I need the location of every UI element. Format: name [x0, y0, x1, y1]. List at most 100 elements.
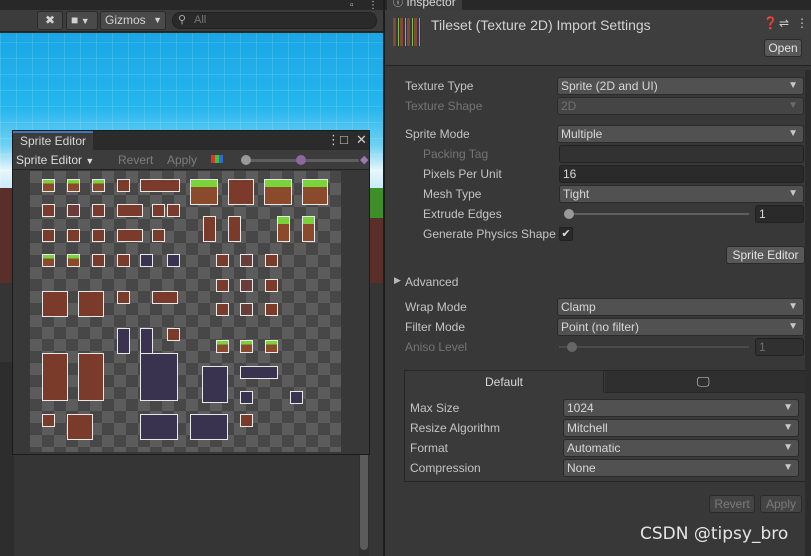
sprite-slice[interactable] — [202, 366, 228, 403]
sprite-slice[interactable] — [117, 291, 130, 304]
open-button[interactable]: Open — [764, 39, 802, 57]
more-options-icon[interactable]: ⋮ — [327, 133, 340, 147]
apply-button[interactable]: Apply — [167, 151, 197, 169]
sprite-slice[interactable] — [67, 254, 80, 267]
sprite-slice[interactable] — [302, 179, 328, 205]
sprite-slice[interactable] — [216, 340, 229, 353]
sprite-slice[interactable] — [228, 216, 241, 242]
apply-button[interactable]: Apply — [760, 495, 802, 513]
sprite-slice[interactable] — [240, 366, 278, 379]
sprite-slice[interactable] — [152, 229, 165, 242]
help-icon[interactable]: ❓ — [763, 16, 778, 30]
mesh-type-dropdown[interactable]: Tight ▼ — [559, 185, 804, 203]
sprite-slice[interactable] — [42, 204, 55, 217]
scene-search-input[interactable]: ⚲ All — [172, 12, 377, 29]
sprite-slice[interactable] — [92, 254, 105, 267]
filter-mode-dropdown[interactable]: Point (no filter) ▼ — [557, 318, 804, 336]
sprite-slice[interactable] — [240, 340, 253, 353]
tab-default-platform[interactable]: Default — [405, 371, 604, 393]
sprite-slice[interactable] — [190, 414, 228, 440]
sprite-slice[interactable] — [67, 414, 93, 440]
sprite-slice[interactable] — [228, 179, 254, 205]
sprite-slice[interactable] — [216, 303, 229, 316]
sprite-editor-canvas[interactable] — [30, 171, 341, 452]
sprite-slice[interactable] — [190, 179, 218, 205]
sprite-slice[interactable] — [240, 254, 253, 267]
sprite-slice[interactable] — [277, 216, 290, 242]
camera-dropdown[interactable]: ■ ▼ — [66, 11, 98, 30]
max-size-dropdown[interactable]: 1024 ▼ — [563, 399, 799, 417]
revert-button[interactable]: Revert — [709, 495, 755, 513]
sprite-slice[interactable] — [140, 328, 153, 354]
sprite-slice[interactable] — [67, 179, 80, 192]
sprite-slice[interactable] — [78, 291, 104, 317]
tools-icon[interactable]: ✖ — [37, 11, 63, 30]
zoom-slider-track[interactable] — [243, 159, 299, 162]
revert-button[interactable]: Revert — [118, 151, 153, 169]
close-icon[interactable]: ✕ — [356, 133, 367, 147]
sprite-slice[interactable] — [140, 179, 180, 192]
sprite-slice[interactable] — [240, 391, 253, 404]
sprite-slice[interactable] — [167, 254, 180, 267]
sprite-slice[interactable] — [265, 303, 278, 316]
sprite-slice[interactable] — [78, 353, 104, 401]
sprite-slice[interactable] — [265, 279, 278, 292]
advanced-foldout[interactable]: ▶ Advanced — [385, 272, 811, 292]
mip-slider-track[interactable] — [303, 159, 359, 162]
sprite-slice[interactable] — [290, 391, 303, 404]
sprite-slice[interactable] — [265, 254, 278, 267]
sprite-slice[interactable] — [42, 353, 68, 401]
sprite-slice[interactable] — [92, 179, 105, 192]
sprite-slice[interactable] — [203, 216, 216, 242]
tab-standalone-platform[interactable]: 🖵 — [605, 371, 806, 393]
format-dropdown[interactable]: Automatic ▼ — [563, 439, 799, 457]
compression-dropdown[interactable]: None ▼ — [563, 459, 799, 477]
more-options-icon[interactable]: ⋮ — [796, 16, 808, 30]
sprite-slice[interactable] — [92, 229, 105, 242]
sprite-slice[interactable] — [152, 291, 178, 304]
sprite-slice[interactable] — [42, 229, 55, 242]
lock-icon[interactable]: ▫ — [350, 0, 354, 13]
sprite-slice[interactable] — [265, 340, 278, 353]
sprite-slice[interactable] — [216, 254, 229, 267]
open-sprite-editor-button[interactable]: Sprite Editor — [726, 246, 805, 264]
sprite-slice[interactable] — [302, 216, 315, 242]
sprite-slice[interactable] — [67, 204, 80, 217]
sprite-slice[interactable] — [117, 229, 143, 242]
texture-type-dropdown[interactable]: Sprite (2D and UI) ▼ — [557, 77, 804, 95]
sprite-slice[interactable] — [167, 204, 180, 217]
sprite-slice[interactable] — [152, 204, 165, 217]
resize-algorithm-dropdown[interactable]: Mitchell ▼ — [563, 419, 799, 437]
sprite-slice[interactable] — [67, 229, 80, 242]
more-options-icon[interactable]: ⋮ — [368, 0, 378, 13]
tab-sprite-editor[interactable]: Sprite Editor — [13, 131, 94, 150]
sprite-slice[interactable] — [42, 414, 55, 427]
generate-physics-shape-checkbox[interactable]: ✔ — [559, 227, 573, 241]
zoom-slider-knob[interactable] — [241, 155, 251, 165]
sprite-slice[interactable] — [42, 291, 68, 317]
sprite-slice[interactable] — [240, 279, 253, 292]
pixels-per-unit-field[interactable]: 16 — [559, 165, 804, 183]
sprite-slice[interactable] — [42, 179, 55, 192]
preset-icon[interactable]: ⇌ — [779, 16, 789, 30]
extrude-edges-slider-knob[interactable] — [564, 209, 574, 219]
mip-slider-knob[interactable] — [296, 155, 306, 165]
sprite-slice[interactable] — [140, 353, 178, 401]
sprite-slice[interactable] — [264, 179, 292, 205]
gizmos-dropdown[interactable]: Gizmos ▼ — [100, 11, 166, 30]
sprite-slice[interactable] — [240, 414, 253, 427]
extrude-edges-slider-track[interactable] — [565, 213, 749, 215]
sprite-slice[interactable] — [140, 414, 178, 440]
sprite-slice[interactable] — [117, 254, 130, 267]
sprite-slice[interactable] — [167, 328, 180, 341]
sprite-slice[interactable] — [117, 204, 143, 217]
sprite-slice[interactable] — [42, 254, 55, 267]
wrap-mode-dropdown[interactable]: Clamp ▼ — [557, 298, 804, 316]
maximize-icon[interactable]: □ — [340, 133, 348, 147]
sprite-mode-dropdown[interactable]: Multiple ▼ — [557, 125, 804, 143]
sprite-slice[interactable] — [240, 303, 253, 316]
sprite-slice[interactable] — [216, 279, 229, 292]
tab-inspector[interactable]: ⓘ Inspector — [387, 0, 462, 10]
sprite-slice[interactable] — [92, 204, 105, 217]
sprite-slice[interactable] — [117, 328, 130, 354]
